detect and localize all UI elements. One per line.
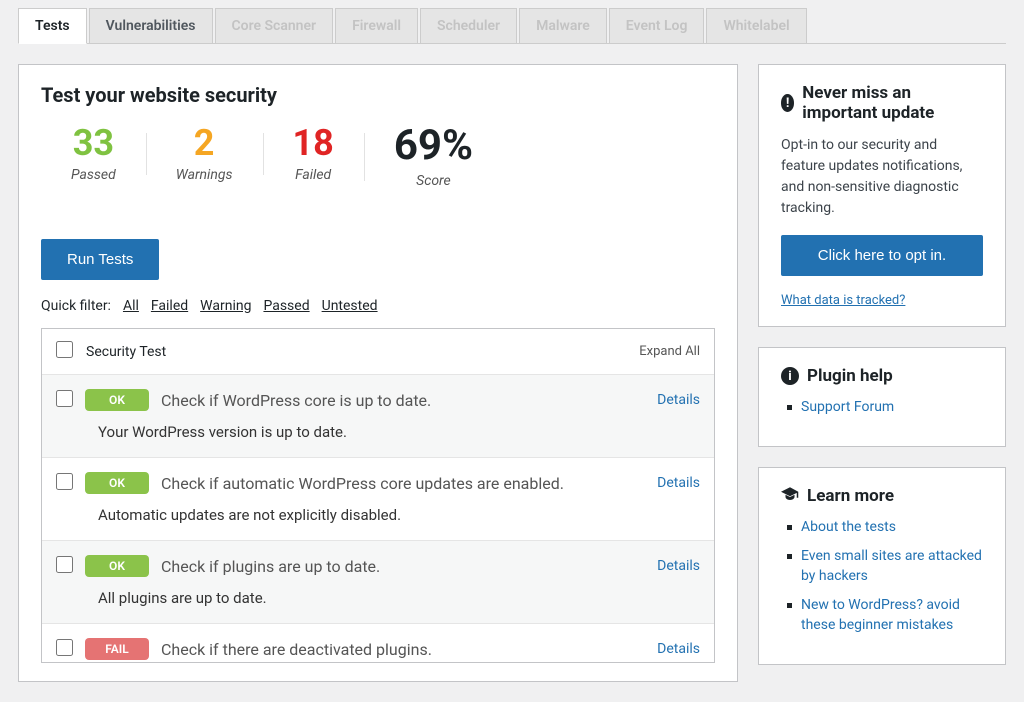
details-link[interactable]: Details <box>657 392 700 408</box>
status-badge: OK <box>85 555 149 577</box>
learn-more-heading: Learn more <box>807 486 894 506</box>
stat-warnings: 2 Warnings <box>146 125 263 183</box>
stat-score-value: 69% <box>394 125 473 167</box>
row-checkbox[interactable] <box>56 473 73 490</box>
quick-filter-label: Quick filter: <box>41 298 111 314</box>
details-link[interactable]: Details <box>657 475 700 491</box>
row-checkbox[interactable] <box>56 390 73 407</box>
quick-filter-warning[interactable]: Warning <box>200 298 251 314</box>
expand-all-link[interactable]: Expand All <box>639 344 700 359</box>
run-tests-button[interactable]: Run Tests <box>41 239 159 280</box>
row-desc: Automatic updates are not explicitly dis… <box>98 506 700 524</box>
table-row: OK Check if automatic WordPress core upd… <box>42 458 714 541</box>
row-title: Check if WordPress core is up to date. <box>161 391 645 410</box>
stat-failed-label: Failed <box>293 167 334 183</box>
tab-whitelabel[interactable]: Whitelabel <box>706 8 806 43</box>
optin-tracked-link[interactable]: What data is tracked? <box>781 293 905 308</box>
exclamation-icon: ! <box>781 94 794 112</box>
quick-filter-failed[interactable]: Failed <box>151 298 188 314</box>
optin-button[interactable]: Click here to opt in. <box>781 235 983 276</box>
row-checkbox[interactable] <box>56 639 73 656</box>
tab-malware[interactable]: Malware <box>519 8 607 43</box>
table-header: Security Test Expand All <box>42 329 714 375</box>
row-title: Check if there are deactivated plugins. <box>161 640 645 659</box>
stat-passed: 33 Passed <box>41 125 146 183</box>
learn-more-card: Learn more About the tests Even small si… <box>758 467 1006 665</box>
tab-core-scanner[interactable]: Core Scanner <box>215 8 334 43</box>
stat-warnings-value: 2 <box>176 125 233 161</box>
quick-filter-passed[interactable]: Passed <box>263 298 309 314</box>
table-header-label: Security Test <box>86 344 166 360</box>
tests-table: Security Test Expand All OK Check if Wor… <box>41 328 715 663</box>
plugin-help-heading: Plugin help <box>807 366 893 386</box>
status-badge: OK <box>85 389 149 411</box>
plugin-help-card: i Plugin help Support Forum <box>758 347 1006 447</box>
status-badge: OK <box>85 472 149 494</box>
tabs-bar: Tests Vulnerabilities Core Scanner Firew… <box>18 8 1006 44</box>
table-row: FAIL Check if there are deactivated plug… <box>42 624 714 662</box>
info-icon: i <box>781 367 799 385</box>
tab-vulnerabilities[interactable]: Vulnerabilities <box>89 8 213 43</box>
quick-filter-all[interactable]: All <box>123 298 139 314</box>
status-badge: FAIL <box>85 638 149 660</box>
tab-tests[interactable]: Tests <box>18 8 87 44</box>
stat-failed-value: 18 <box>293 125 334 161</box>
stat-failed: 18 Failed <box>263 125 364 183</box>
tab-firewall[interactable]: Firewall <box>335 8 418 43</box>
stat-warnings-label: Warnings <box>176 167 233 183</box>
row-title: Check if plugins are up to date. <box>161 557 645 576</box>
row-desc: All plugins are up to date. <box>98 589 700 607</box>
learn-link-beginner[interactable]: New to WordPress? avoid these beginner m… <box>801 597 960 633</box>
row-checkbox[interactable] <box>56 556 73 573</box>
learn-link-about[interactable]: About the tests <box>801 519 896 535</box>
graduation-cap-icon <box>781 486 799 506</box>
support-forum-link[interactable]: Support Forum <box>801 399 894 415</box>
select-all-checkbox[interactable] <box>56 341 73 358</box>
details-link[interactable]: Details <box>657 641 700 657</box>
table-row: OK Check if plugins are up to date. Deta… <box>42 541 714 624</box>
learn-link-small-sites[interactable]: Even small sites are attacked by hackers <box>801 548 982 584</box>
card-heading: Test your website security <box>41 83 715 107</box>
details-link[interactable]: Details <box>657 558 700 574</box>
table-row: OK Check if WordPress core is up to date… <box>42 375 714 458</box>
row-desc: Your WordPress version is up to date. <box>98 423 700 441</box>
optin-text: Opt-in to our security and feature updat… <box>781 135 983 219</box>
optin-heading: Never miss an important update <box>802 83 983 123</box>
stat-passed-label: Passed <box>71 167 116 183</box>
row-title: Check if automatic WordPress core update… <box>161 474 645 493</box>
stat-passed-value: 33 <box>71 125 116 161</box>
tab-event-log[interactable]: Event Log <box>609 8 705 43</box>
tab-scheduler[interactable]: Scheduler <box>420 8 517 43</box>
stat-score-label: Score <box>394 173 473 189</box>
stat-score: 69% Score <box>364 125 503 189</box>
stats-row: 33 Passed 2 Warnings 18 Failed 69% Score <box>41 125 715 189</box>
tests-card: Test your website security 33 Passed 2 W… <box>18 64 738 682</box>
quick-filter-untested[interactable]: Untested <box>322 298 378 314</box>
quick-filter: Quick filter: All Failed Warning Passed … <box>41 298 715 314</box>
optin-card: ! Never miss an important update Opt-in … <box>758 64 1006 327</box>
